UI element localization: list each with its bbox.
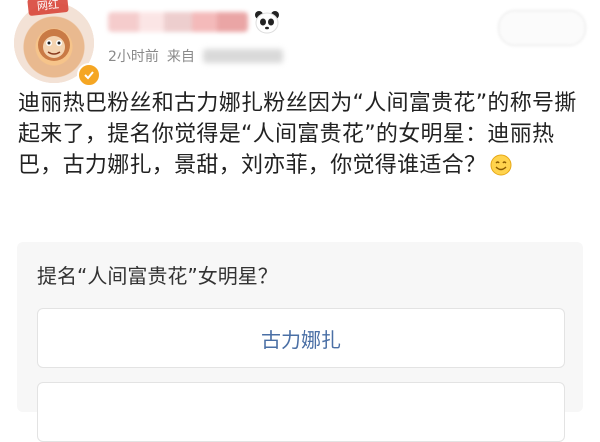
poll-option-label: 古力娜扎 [261, 327, 341, 352]
poll-option-2[interactable] [37, 382, 565, 442]
username[interactable] [108, 10, 280, 34]
follow-button[interactable] [498, 10, 586, 46]
post-meta: 2小时前 来自 [108, 46, 283, 66]
post-source-redacted [202, 49, 283, 63]
smile-emoji-icon [490, 154, 512, 176]
username-redacted [108, 12, 248, 32]
panda-icon [255, 11, 279, 34]
avatar[interactable]: 网红 [14, 0, 101, 87]
verified-badge-icon [77, 63, 101, 87]
post-time: 2小时前 [108, 49, 159, 65]
poll-question: 提名“人间富贵花”女明星？ [37, 264, 278, 288]
poll-option-1[interactable]: 古力娜扎 [37, 308, 565, 368]
post-source-prefix: 来自 [166, 49, 195, 65]
post-text: 迪丽热巴粉丝和古力娜扎粉丝因为“人间富贵花”的称号撕起来了，提名你觉得是“人间富… [18, 88, 588, 181]
monkey-face-icon [38, 29, 70, 61]
poll-card: 提名“人间富贵花”女明星？ 古力娜扎 [17, 242, 583, 442]
